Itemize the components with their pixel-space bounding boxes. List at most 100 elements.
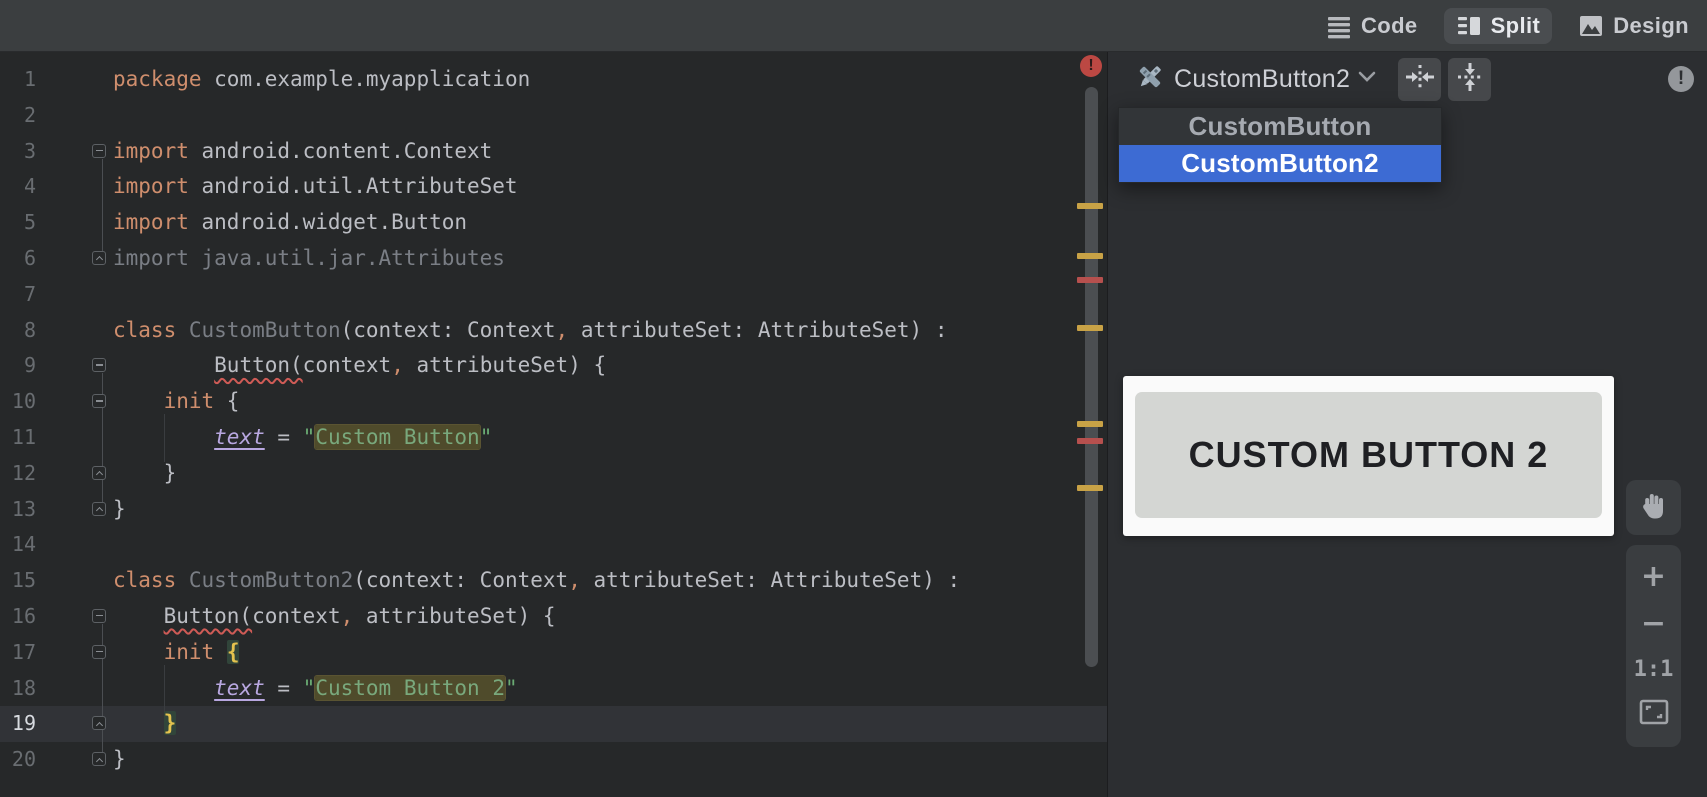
zoom-in-button[interactable]: + — [1641, 562, 1666, 592]
tab-design[interactable]: Design — [1566, 8, 1701, 44]
editor-scrollbar[interactable] — [1085, 87, 1098, 667]
fold-start-icon[interactable] — [92, 645, 106, 659]
fold-end-icon[interactable] — [92, 466, 106, 480]
hand-pan-icon — [1638, 489, 1670, 526]
editor-mode-bar: Code Split Design — [0, 0, 1707, 52]
code-text: import java.util.jar.Attributes — [113, 241, 1107, 277]
code-line[interactable]: 6 import java.util.jar.Attributes — [0, 241, 1107, 277]
pan-tool-button[interactable] — [1626, 480, 1681, 535]
fold-start-icon[interactable] — [92, 358, 106, 372]
fold-start-icon[interactable] — [92, 144, 106, 158]
tab-code[interactable]: Code — [1314, 8, 1430, 44]
code-editor[interactable]: 1 package com.example.myapplication 23impo… — [0, 52, 1107, 797]
tab-code-label: Code — [1361, 13, 1418, 39]
error-stripe-mark[interactable] — [1077, 438, 1103, 444]
code-view-icon — [1326, 13, 1352, 39]
tab-design-label: Design — [1613, 13, 1689, 39]
fold-end-icon[interactable] — [92, 251, 106, 265]
line-number: 9 — [0, 348, 36, 384]
code-line[interactable]: 18 text = "Custom Button 2" — [0, 671, 1107, 707]
code-line[interactable]: 12 } — [0, 456, 1107, 492]
line-number: 18 — [0, 671, 36, 707]
fold-marker-glyph — [96, 400, 103, 402]
dropdown-item-custombutton[interactable]: CustomButton — [1119, 108, 1441, 145]
code-line[interactable]: 1 package com.example.myapplication — [0, 62, 1107, 98]
code-line[interactable]: 2 — [0, 98, 1107, 134]
zoom-actual-size-button[interactable]: 1:1 — [1634, 657, 1674, 682]
code-line[interactable]: 14 — [0, 527, 1107, 563]
error-stripe-mark[interactable] — [1077, 325, 1103, 331]
code-text: class CustomButton(context: Context, att… — [113, 313, 1107, 349]
fold-end-icon[interactable] — [92, 752, 106, 766]
line-number: 2 — [0, 98, 36, 134]
fold-marker-glyph — [95, 256, 102, 263]
rendered-custom-button[interactable]: CUSTOM BUTTON 2 — [1135, 392, 1602, 518]
code-text: package com.example.myapplication — [113, 62, 1107, 98]
code-text: import android.widget.Button — [113, 205, 1107, 241]
preview-issues-icon[interactable]: ! — [1668, 66, 1694, 92]
code-text: import android.content.Context — [113, 134, 1107, 170]
view-dropdown-menu: CustomButton CustomButton2 — [1118, 107, 1442, 183]
code-line[interactable]: 5import android.widget.Button — [0, 205, 1107, 241]
zoom-to-fit-button[interactable] — [1639, 699, 1669, 730]
preview-view-selector[interactable]: CustomButton2 — [1134, 61, 1376, 98]
gutter-fold-column — [36, 563, 113, 599]
zoom-to-fit-icon — [1639, 712, 1669, 729]
fold-marker-glyph — [95, 507, 102, 514]
tab-split[interactable]: Split — [1444, 8, 1553, 44]
fold-end-icon[interactable] — [92, 502, 106, 516]
line-number: 12 — [0, 456, 36, 492]
error-stripe-mark[interactable] — [1077, 253, 1103, 259]
code-line[interactable]: 4import android.util.AttributeSet — [0, 169, 1107, 205]
inspection-error-icon[interactable]: ! — [1080, 55, 1102, 77]
indent-guide-line — [164, 414, 165, 462]
code-line[interactable]: 8 class CustomButton(context: Context, at… — [0, 313, 1107, 349]
code-text: } — [113, 706, 1107, 742]
fold-marker-glyph — [96, 150, 103, 152]
fold-connector-line — [102, 624, 103, 753]
error-stripe-mark[interactable] — [1077, 277, 1103, 283]
line-number: 1 — [0, 62, 36, 98]
code-line[interactable]: 13} — [0, 492, 1107, 528]
code-line[interactable]: 19 } — [0, 706, 1107, 742]
line-number: 6 — [0, 241, 36, 277]
fold-start-icon[interactable] — [92, 394, 106, 408]
chevron-down-icon — [1358, 70, 1376, 88]
code-text: } — [113, 492, 1107, 528]
zoom-out-button[interactable]: − — [1641, 609, 1666, 639]
shrink-vertical-button[interactable] — [1448, 58, 1491, 101]
code-line[interactable]: 15class CustomButton2(context: Context, … — [0, 563, 1107, 599]
error-stripe-mark[interactable] — [1077, 485, 1103, 491]
fold-start-icon[interactable] — [92, 609, 106, 623]
fold-connector-line — [102, 373, 103, 502]
code-text: class CustomButton2(context: Context, at… — [113, 563, 1107, 599]
code-text: init { — [113, 384, 1107, 420]
code-line[interactable]: 7 — [0, 277, 1107, 313]
shrink-horizontal-button[interactable] — [1398, 58, 1441, 101]
code-line[interactable]: 11 text = "Custom Button" — [0, 420, 1107, 456]
code-text: import android.util.AttributeSet — [113, 169, 1107, 205]
code-line[interactable]: 9 Button(context, attributeSet) { — [0, 348, 1107, 384]
gutter-fold-column — [36, 98, 113, 134]
line-number: 11 — [0, 420, 36, 456]
android-studio-split-view: Code Split Design 1 package com.example.m… — [0, 0, 1707, 797]
preview-canvas: CUSTOM BUTTON 2 — [1123, 376, 1614, 536]
code-line[interactable]: 3import android.content.Context — [0, 134, 1107, 170]
line-number: 20 — [0, 742, 36, 778]
code-text — [113, 527, 1107, 563]
fold-end-icon[interactable] — [92, 716, 106, 730]
code-text: } — [113, 456, 1107, 492]
error-stripe-mark[interactable] — [1077, 421, 1103, 427]
code-line[interactable]: 16 Button(context, attributeSet) { — [0, 599, 1107, 635]
dropdown-item-custombutton2[interactable]: CustomButton2 — [1119, 145, 1441, 182]
code-text: Button(context, attributeSet) { — [113, 348, 1107, 384]
code-line[interactable]: 17 init { — [0, 635, 1107, 671]
fold-marker-glyph — [96, 364, 103, 366]
code-line[interactable]: 10 init { — [0, 384, 1107, 420]
line-number: 17 — [0, 635, 36, 671]
fold-marker-glyph — [96, 615, 103, 617]
code-line[interactable]: 20} — [0, 742, 1107, 778]
line-number: 7 — [0, 277, 36, 313]
line-number: 8 — [0, 313, 36, 349]
error-stripe-mark[interactable] — [1077, 203, 1103, 209]
